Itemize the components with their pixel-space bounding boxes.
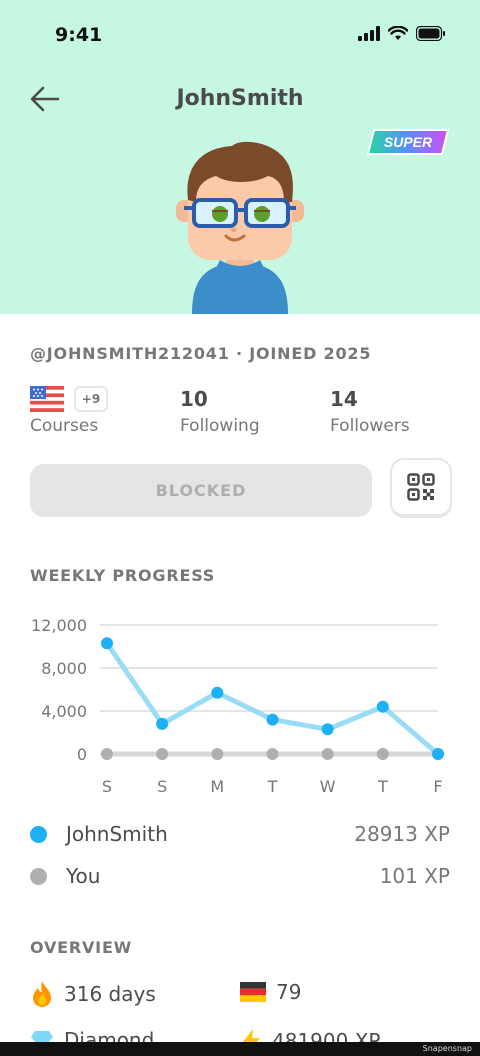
page-title: JohnSmith: [176, 86, 304, 111]
courses-stat[interactable]: +9 Courses: [30, 384, 108, 436]
data-point-johnsmith: [376, 700, 389, 713]
fire-icon: [33, 981, 51, 1007]
signal-icon: [358, 26, 380, 41]
x-tick-label: W: [320, 777, 336, 796]
series-line-johnsmith: [104, 640, 441, 757]
data-point-johnsmith: [211, 686, 224, 699]
username-joined: @JOHNSMITH212041 · JOINED 2025: [30, 344, 372, 363]
data-point-johnsmith: [156, 717, 169, 730]
followers-count: 14: [330, 387, 358, 411]
data-point-johnsmith: [101, 637, 113, 650]
following-label: Following: [180, 416, 260, 436]
followers-stat[interactable]: 14 Followers: [330, 384, 410, 436]
german-flag-icon: [240, 982, 266, 1002]
legend-item-johnsmith: JohnSmith 28913 XP: [30, 819, 450, 849]
followers-label: Followers: [330, 416, 410, 436]
data-point-johnsmith: [321, 723, 334, 736]
legend-dot: [30, 825, 47, 843]
data-point-you: [101, 748, 113, 760]
more-courses-badge: +9: [74, 386, 108, 412]
y-tick-label: 0: [77, 745, 87, 764]
following-stat[interactable]: 10 Following: [180, 384, 260, 436]
legend-xp: 28913 XP: [354, 822, 450, 846]
overview-title: OVERVIEW: [30, 938, 133, 957]
weekly-progress-chart: 12,0008,0004,0000S S M T W T F: [31, 616, 444, 796]
x-tick-label: F: [433, 777, 442, 796]
status-time: 9:41: [55, 24, 103, 46]
x-tick-label: M: [210, 777, 224, 796]
legend-name: JohnSmith: [66, 822, 168, 846]
wifi-icon: [388, 26, 408, 40]
super-badge-label: SUPER: [384, 134, 433, 150]
data-point-you: [156, 748, 169, 760]
profile-hero: 9:41 JohnSmith SUPER: [0, 0, 480, 314]
data-point-you: [376, 748, 389, 760]
y-tick-label: 8,000: [41, 659, 87, 678]
y-tick-label: 4,000: [41, 702, 87, 721]
data-point-johnsmith: [432, 748, 444, 760]
data-point-you: [321, 748, 334, 760]
legend-dot: [30, 867, 47, 885]
courses-label: Courses: [30, 416, 99, 436]
x-tick-label: T: [377, 777, 388, 796]
following-count: 10: [180, 387, 208, 411]
status-icons: [358, 26, 446, 41]
legend-xp: 101 XP: [379, 864, 450, 888]
blocked-button[interactable]: BLOCKED: [30, 464, 372, 517]
y-tick-label: 12,000: [31, 616, 87, 635]
avatar: [176, 141, 304, 314]
overview-value: 316 days: [64, 982, 156, 1006]
us-flag-icon: [30, 386, 64, 412]
x-tick-label: S: [102, 777, 112, 796]
overview-language-count: 79: [240, 980, 301, 1004]
overview-value: 79: [276, 980, 302, 1004]
x-tick-label: T: [267, 777, 278, 796]
battery-icon: [416, 26, 445, 41]
data-point-you: [211, 748, 224, 760]
status-bar: 9:41: [0, 0, 480, 70]
data-point-you: [266, 748, 279, 760]
super-badge: SUPER: [366, 129, 450, 155]
x-tick-label: S: [157, 777, 167, 796]
qr-code-icon: [407, 473, 435, 501]
watermark-bar: Snapensnap: [0, 1042, 480, 1056]
overview-streak: 316 days: [30, 980, 156, 1008]
qr-code-button[interactable]: [390, 458, 452, 518]
legend-name: You: [66, 864, 101, 888]
watermark-text: Snapensnap: [422, 1044, 472, 1053]
weekly-progress-title: WEEKLY PROGRESS: [30, 566, 216, 585]
data-point-johnsmith: [266, 713, 279, 726]
legend-item-you: You 101 XP: [30, 861, 450, 891]
